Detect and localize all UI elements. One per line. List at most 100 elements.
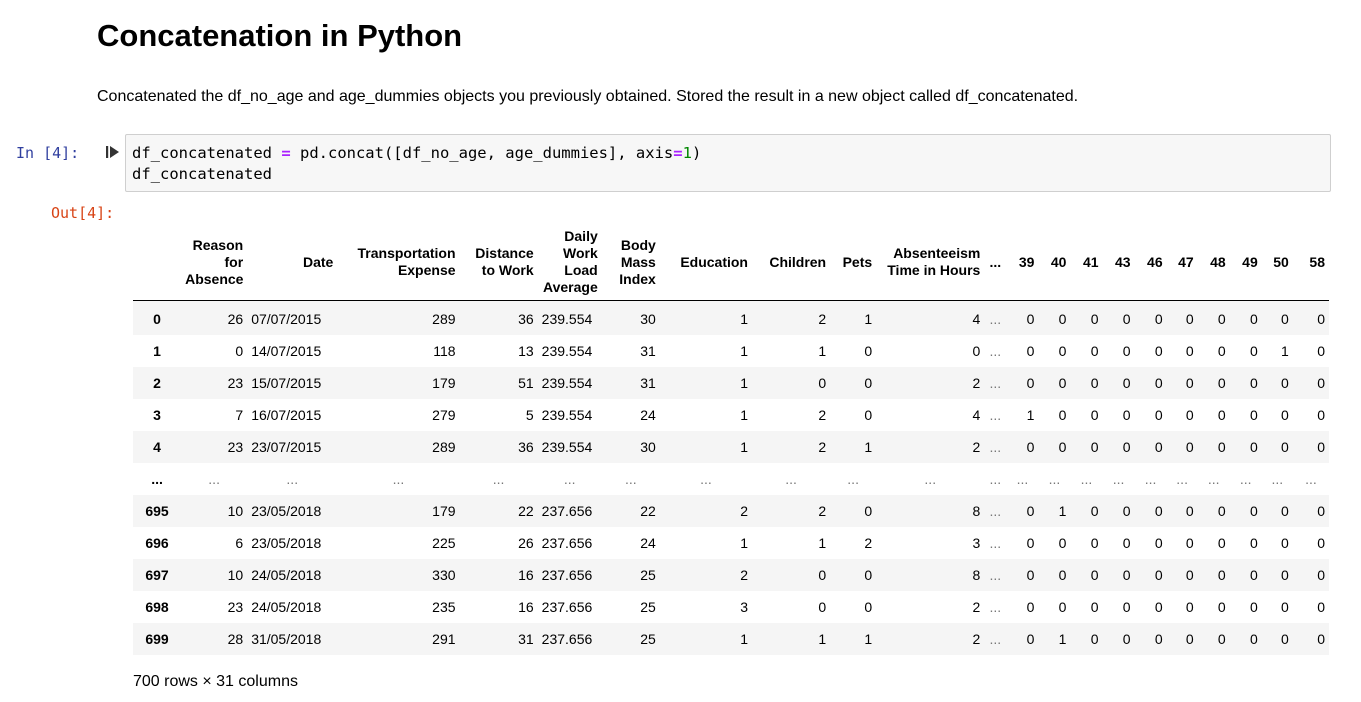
table-cell: 0 xyxy=(1281,439,1289,455)
table-cell: 289 xyxy=(432,311,456,327)
table-cell: 291 xyxy=(432,631,456,647)
table-cell: 0 xyxy=(818,567,827,583)
table-cell: 0 xyxy=(1281,599,1289,615)
table-cell: 0 xyxy=(1185,311,1194,327)
table-cell: ... xyxy=(1305,471,1317,487)
table-cell: 22 xyxy=(640,503,656,519)
table-cell: 0 xyxy=(1154,343,1163,359)
table-cell: 2 xyxy=(972,599,981,615)
table-cell: ... xyxy=(989,503,1002,519)
run-cell-icon[interactable] xyxy=(105,144,121,160)
table-cell: 0 xyxy=(1122,631,1131,647)
table-cell: 0 xyxy=(1122,535,1131,551)
table-cell: 235 xyxy=(432,599,456,615)
table-cell: ... xyxy=(1016,471,1029,487)
table-cell: ... xyxy=(1112,471,1125,487)
table-cell: 0 xyxy=(1281,407,1289,423)
table-cell: 23/05/2018 xyxy=(251,503,322,519)
table-cell: 1 xyxy=(818,631,827,647)
table-cell: 0 xyxy=(1185,343,1194,359)
table-cell: ... xyxy=(624,471,637,487)
table-cell: 0 xyxy=(1154,311,1163,327)
table-cell: 0 xyxy=(864,567,873,583)
row-index: 1 xyxy=(153,343,161,359)
table-cell: ... xyxy=(785,471,797,487)
table-cell: 0 xyxy=(1217,503,1226,519)
table-cell: 0 xyxy=(1154,503,1163,519)
table-cell: 279 xyxy=(432,407,456,423)
table-cell: 24 xyxy=(640,535,656,551)
table-cell: 23 xyxy=(227,599,244,615)
table-cell: 1 xyxy=(1058,631,1067,647)
table-cell: 239.554 xyxy=(541,375,593,391)
table-cell: 0 xyxy=(1185,503,1194,519)
column-header: Distance to Work xyxy=(459,224,538,301)
table-cell: 0 xyxy=(972,343,981,359)
table-cell: 2 xyxy=(818,311,827,327)
table-cell: 0 xyxy=(1026,343,1035,359)
table-cell: 0 xyxy=(1249,407,1258,423)
table-cell: ... xyxy=(1271,471,1284,487)
table-cell: 31/05/2018 xyxy=(251,631,322,647)
table-row: 3 7 16/07/2015 279 5 239.554 24 1 2 0 4... 1 0 0 0 0 0 0 0… xyxy=(133,399,1329,431)
table-cell: 1 xyxy=(740,375,748,391)
table-cell: 3 xyxy=(740,599,748,615)
column-header: 46 xyxy=(1134,224,1167,301)
table-cell: 0 xyxy=(1154,567,1163,583)
table-cell: 0 xyxy=(1058,567,1067,583)
row-index: 699 xyxy=(145,631,169,647)
table-cell: 4 xyxy=(972,311,981,327)
table-cell: 0 xyxy=(1249,343,1258,359)
table-cell: 24/05/2018 xyxy=(251,599,322,615)
table-row: 697 10 24/05/2018 330 16 237.656 25 2 0 0 8... 0 0 0 0… xyxy=(133,559,1329,591)
table-cell: 118 xyxy=(433,343,456,359)
row-index: 3 xyxy=(153,407,161,423)
table-cell: 0 xyxy=(1217,375,1226,391)
table-row: 695 10 23/05/2018 179 22 237.656 22 2 2 0 8... 0 1 0 0… xyxy=(133,495,1329,527)
table-cell: 330 xyxy=(432,567,456,583)
table-cell: 0 xyxy=(1154,599,1163,615)
table-cell: 0 xyxy=(1090,407,1099,423)
table-cell: 0 xyxy=(1122,343,1131,359)
row-index: ... xyxy=(151,471,163,487)
table-cell: 10 xyxy=(227,567,244,583)
table-cell: 0 xyxy=(1122,599,1131,615)
table-cell: 22 xyxy=(518,503,534,519)
table-cell: 237.656 xyxy=(541,599,593,615)
table-cell: 1 xyxy=(818,343,827,359)
table-cell: 0 xyxy=(1090,567,1099,583)
column-header: Children xyxy=(751,224,831,301)
table-cell: 1 xyxy=(864,631,873,647)
table-cell: 0 xyxy=(1090,535,1099,551)
table-cell: 0 xyxy=(1026,439,1035,455)
table-cell: 2 xyxy=(818,439,827,455)
table-cell: 2 xyxy=(818,407,827,423)
table-cell: 237.656 xyxy=(541,503,593,519)
table-cell: 0 xyxy=(1090,311,1099,327)
table-cell: 0 xyxy=(1026,375,1035,391)
page-title: Concatenation in Python xyxy=(97,18,463,53)
table-cell: 0 xyxy=(864,343,873,359)
table-row: 1 0 14/07/2015 118 13 239.554 31 1 1 0 0... 0 0 0 0 0 0 0… xyxy=(133,335,1329,367)
table-cell: 0 xyxy=(1026,631,1035,647)
table-cell: 25 xyxy=(640,599,656,615)
table-cell: 1 xyxy=(1058,503,1067,519)
input-prompt: In [4]: xyxy=(16,144,80,162)
code-editor[interactable]: df_concatenated = pd.concat([df_no_age, … xyxy=(125,134,1331,192)
table-cell: 1 xyxy=(864,311,873,327)
table-cell: 1 xyxy=(740,439,748,455)
column-header: Date xyxy=(247,224,338,301)
column-header: 49 xyxy=(1229,224,1262,301)
table-cell: 0 xyxy=(1090,439,1099,455)
table-cell: ... xyxy=(1048,471,1061,487)
table-cell: 23 xyxy=(227,375,244,391)
table-cell: 51 xyxy=(518,375,534,391)
table-cell: 0 xyxy=(1185,567,1194,583)
column-header: 48 xyxy=(1197,224,1230,301)
table-cell: 239.554 xyxy=(541,343,593,359)
table-cell: 0 xyxy=(1317,439,1325,455)
table-cell: 0 xyxy=(864,407,873,423)
table-cell: 7 xyxy=(235,407,244,423)
table-cell: 8 xyxy=(972,503,981,519)
table-cell: 0 xyxy=(1185,375,1194,391)
